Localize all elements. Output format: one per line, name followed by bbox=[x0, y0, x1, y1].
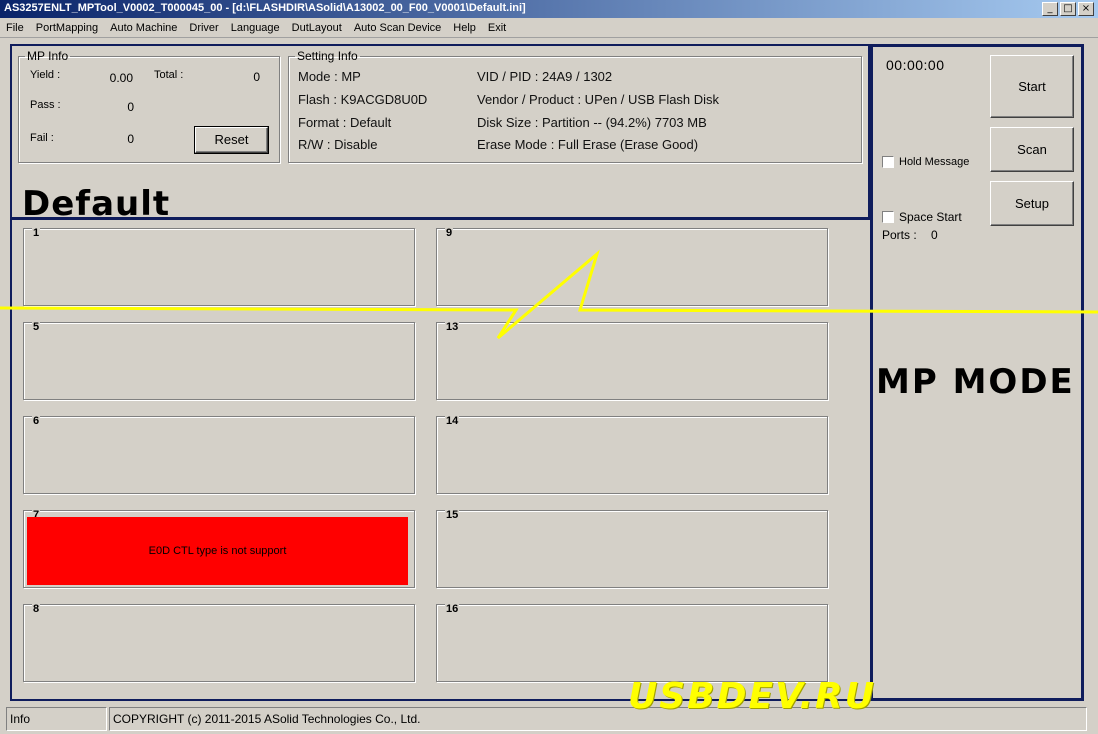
profile-name: Default bbox=[22, 184, 171, 224]
setting-mode: Mode : MP bbox=[298, 69, 361, 84]
menu-driver[interactable]: Driver bbox=[183, 22, 224, 34]
status-bar: Info COPYRIGHT (c) 2011-2015 ASolid Tech… bbox=[0, 704, 1098, 734]
menu-help[interactable]: Help bbox=[447, 22, 482, 34]
pass-label: Pass : bbox=[30, 99, 61, 111]
port-number: 16 bbox=[445, 603, 460, 615]
port-number: 6 bbox=[32, 415, 41, 427]
maximize-button[interactable]: □ bbox=[1060, 2, 1076, 16]
port-number: 5 bbox=[32, 321, 41, 333]
port-panel-13: 13 bbox=[436, 321, 828, 400]
elapsed-timer: 00:00:00 bbox=[886, 57, 945, 73]
fail-label: Fail : bbox=[30, 132, 54, 144]
ports-count-label: Ports : bbox=[882, 228, 917, 242]
port-number: 8 bbox=[32, 603, 41, 615]
status-copyright-pane: COPYRIGHT (c) 2011-2015 ASolid Technolog… bbox=[109, 707, 1087, 731]
hold-message-option[interactable]: Hold Message bbox=[882, 156, 969, 168]
window-controls: _ □ × bbox=[1042, 2, 1094, 16]
port-panel-8: 8 bbox=[23, 603, 415, 682]
setting-rw: R/W : Disable bbox=[298, 137, 378, 152]
yield-label: Yield : bbox=[30, 69, 61, 81]
port-panel-7: 7 E0D CTL type is not support bbox=[23, 509, 415, 588]
setting-flash: Flash : K9ACGD8U0D bbox=[298, 92, 428, 107]
yield-value: 0.00 bbox=[109, 71, 133, 85]
setup-button[interactable]: Setup bbox=[990, 181, 1074, 226]
port-number: 14 bbox=[445, 415, 460, 427]
port-number: 13 bbox=[445, 321, 460, 333]
menu-auto-scan-device[interactable]: Auto Scan Device bbox=[348, 22, 447, 34]
port-panel-5: 5 bbox=[23, 321, 415, 400]
close-button[interactable]: × bbox=[1078, 2, 1094, 16]
port-error-message: E0D CTL type is not support bbox=[27, 517, 408, 585]
menu-exit[interactable]: Exit bbox=[482, 22, 512, 34]
menu-file[interactable]: File bbox=[0, 22, 30, 34]
total-label: Total : bbox=[154, 69, 184, 81]
space-start-label: Space Start bbox=[899, 210, 962, 224]
port-panel-1: 1 bbox=[23, 227, 415, 306]
reset-button[interactable]: Reset bbox=[194, 126, 269, 154]
minimize-button[interactable]: _ bbox=[1042, 2, 1058, 16]
watermark-text: USBDEV.RU bbox=[628, 676, 876, 717]
setting-erase-mode: Erase Mode : Full Erase (Erase Good) bbox=[477, 137, 699, 152]
total-value: 0 bbox=[253, 70, 260, 84]
setting-vendor-product: Vendor / Product : UPen / USB Flash Disk bbox=[477, 92, 720, 107]
menu-dutlayout[interactable]: DutLayout bbox=[286, 22, 348, 34]
ports-count-value: 0 bbox=[931, 228, 938, 242]
setting-vid-pid: VID / PID : 24A9 / 1302 bbox=[477, 69, 613, 84]
setting-disk-size: Disk Size : Partition -- (94.2%) 7703 MB bbox=[477, 115, 707, 130]
scan-button[interactable]: Scan bbox=[990, 127, 1074, 172]
port-number: 9 bbox=[445, 227, 454, 239]
port-number: 15 bbox=[445, 509, 460, 521]
port-number: 1 bbox=[32, 227, 41, 239]
port-panel-15: 15 bbox=[436, 509, 828, 588]
pass-value: 0 bbox=[127, 100, 134, 114]
start-button[interactable]: Start bbox=[990, 55, 1074, 118]
title-bar: AS3257ENLT_MPTool_V0002_T000045_00 - [d:… bbox=[0, 0, 1098, 18]
mode-banner: MP MODE bbox=[876, 362, 1075, 402]
hold-message-checkbox[interactable] bbox=[882, 156, 894, 168]
menu-bar: File PortMapping Auto Machine Driver Lan… bbox=[0, 18, 1098, 38]
setting-info-legend: Setting Info bbox=[297, 49, 358, 63]
port-panel-16: 16 bbox=[436, 603, 828, 682]
fail-value: 0 bbox=[127, 132, 134, 146]
space-start-option[interactable]: Space Start bbox=[882, 210, 962, 224]
port-panel-6: 6 bbox=[23, 415, 415, 494]
menu-auto-machine[interactable]: Auto Machine bbox=[104, 22, 183, 34]
mp-info-legend: MP Info bbox=[27, 49, 69, 63]
port-panel-9: 9 bbox=[436, 227, 828, 306]
menu-portmapping[interactable]: PortMapping bbox=[30, 22, 104, 34]
port-panel-14: 14 bbox=[436, 415, 828, 494]
setting-format: Format : Default bbox=[298, 115, 392, 130]
space-start-checkbox[interactable] bbox=[882, 211, 894, 223]
window-title: AS3257ENLT_MPTool_V0002_T000045_00 - [d:… bbox=[4, 2, 526, 14]
menu-language[interactable]: Language bbox=[225, 22, 286, 34]
hold-message-label: Hold Message bbox=[899, 156, 970, 168]
status-info-pane: Info bbox=[6, 707, 107, 731]
